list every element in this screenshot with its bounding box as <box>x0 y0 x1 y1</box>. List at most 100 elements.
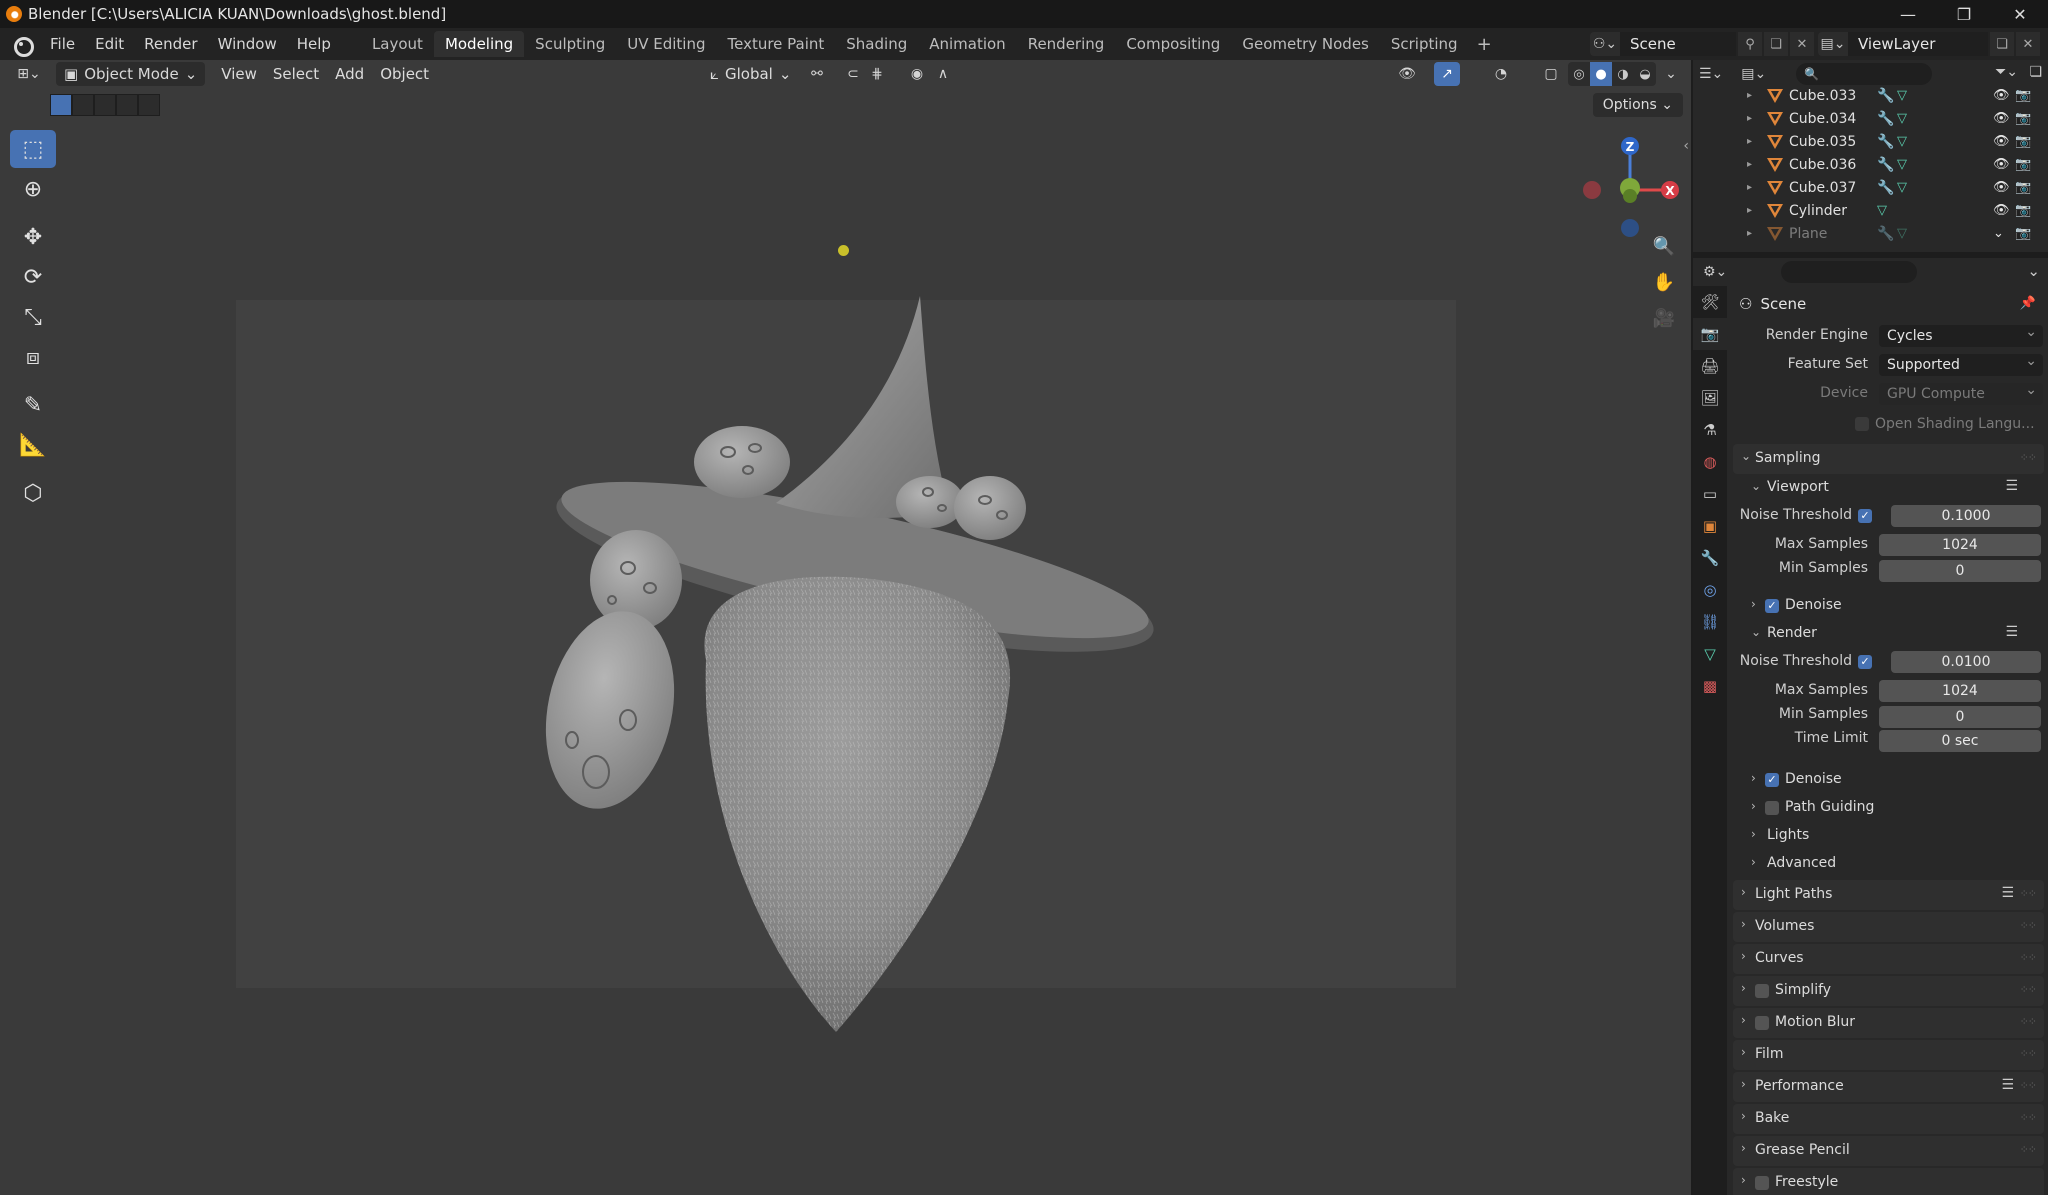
collection-tab-icon[interactable]: ▭ <box>1693 478 1727 510</box>
gizmo-neg-z-axis[interactable] <box>1621 219 1639 237</box>
outliner-row[interactable]: ▸ Cylinder ▽ 👁 📷 <box>1693 199 2048 222</box>
pin-icon[interactable]: 📌 <box>2020 296 2036 311</box>
eye-icon[interactable]: 👁 <box>1993 180 2010 195</box>
eye-icon[interactable]: 👁 <box>1993 134 2010 149</box>
menu-window[interactable]: Window <box>208 30 287 58</box>
move-tool-icon[interactable]: ✥ <box>10 218 56 256</box>
zoom-icon[interactable]: 🔍 <box>1648 230 1680 262</box>
outliner-editor-icon[interactable]: ☰⌄ <box>1699 66 1723 82</box>
camera-render-icon[interactable]: 📷 <box>2015 88 2031 103</box>
modifier-tab-icon[interactable]: 🔧 <box>1693 542 1727 574</box>
lights-subpanel-header[interactable]: › Lights <box>1729 822 2048 850</box>
motion-blur-checkbox[interactable] <box>1755 1016 1769 1030</box>
minimize-button[interactable]: — <box>1880 0 1936 28</box>
tab-animation[interactable]: Animation <box>918 31 1016 57</box>
grease-pencil-panel-header[interactable]: › Grease Pencil ⁘⁘ <box>1733 1136 2044 1166</box>
camera-render-icon[interactable]: 📷 <box>2015 111 2031 126</box>
outliner-row[interactable]: ▸ Cube.036 🔧 ▽ 👁 📷 <box>1693 153 2048 176</box>
film-panel-header[interactable]: › Film ⁘⁘ <box>1733 1040 2044 1070</box>
light-paths-panel-header[interactable]: › Light Paths ☰ ⁘⁘ <box>1733 880 2044 910</box>
viewport-max-samples-field[interactable]: 1024 <box>1879 534 2041 556</box>
eye-icon[interactable]: 👁 <box>1993 88 2010 103</box>
outliner-search-input[interactable]: 🔍 <box>1796 63 1933 85</box>
osl-checkbox[interactable] <box>1855 417 1869 431</box>
modifier-wrench-icon[interactable]: 🔧 <box>1877 157 1894 173</box>
view-layer-icon[interactable]: ▤⌄ <box>1818 32 1848 56</box>
eye-icon[interactable]: 👁 <box>1993 111 2010 126</box>
delete-scene-icon[interactable]: ✕ <box>1790 32 1814 56</box>
menu-help[interactable]: Help <box>287 30 341 58</box>
camera-render-icon[interactable]: 📷 <box>2015 226 2031 241</box>
menu-render[interactable]: Render <box>134 30 207 58</box>
curves-panel-header[interactable]: › Curves ⁘⁘ <box>1733 944 2044 974</box>
new-collection-icon[interactable]: ❏ <box>2029 64 2042 80</box>
denoise-checkbox[interactable]: ✓ <box>1765 773 1779 787</box>
scene-name-field[interactable]: Scene <box>1620 32 1736 56</box>
mesh-data-icon[interactable]: ▽ <box>1897 157 1907 172</box>
add-workspace-button[interactable]: + <box>1469 34 1500 55</box>
drag-handle-icon[interactable]: ⁘⁘ <box>2020 919 2037 932</box>
presets-list-icon[interactable]: ☰ <box>2001 1077 2014 1093</box>
outliner-row[interactable]: ▸ Cube.037 🔧 ▽ 👁 📷 <box>1693 176 2048 199</box>
sidebar-toggle-icon[interactable]: ‹ <box>1683 138 1689 154</box>
render-noise-threshold-field[interactable]: 0.0100 <box>1891 651 2041 673</box>
drag-handle-icon[interactable]: ⁘⁘ <box>2020 1111 2037 1124</box>
view-layer-field[interactable]: ViewLayer <box>1848 32 1988 56</box>
presets-list-icon[interactable]: ☰ <box>2001 885 2014 901</box>
modifier-wrench-icon[interactable]: 🔧 <box>1877 134 1894 150</box>
scene-tab-icon[interactable]: ⚗ <box>1693 414 1727 446</box>
physics-tab-icon[interactable]: ◎ <box>1693 574 1727 606</box>
tab-uv-editing[interactable]: UV Editing <box>616 31 716 57</box>
mesh-data-icon[interactable]: ▽ <box>1897 88 1907 103</box>
tab-layout[interactable]: Layout <box>361 31 434 57</box>
properties-editor-icon[interactable]: ⚙⌄ <box>1703 264 1727 280</box>
filter-icon[interactable]: ⏷⌄ <box>1995 64 2018 80</box>
path-guiding-header[interactable]: › Path Guiding <box>1729 794 2048 822</box>
tab-texture-paint[interactable]: Texture Paint <box>716 31 835 57</box>
bake-panel-header[interactable]: › Bake ⁘⁘ <box>1733 1104 2044 1134</box>
eye-icon[interactable]: 👁 <box>1993 203 2010 218</box>
transform-tool-icon[interactable]: ⧈ <box>10 338 56 376</box>
new-view-layer-icon[interactable]: ❏ <box>1990 32 2014 56</box>
render-subpanel-header[interactable]: ⌄ Render ☰ <box>1729 620 2048 648</box>
drag-handle-icon[interactable]: ⁘⁘ <box>2020 451 2037 464</box>
hidden-eye-icon[interactable]: ⌄ <box>1993 226 2004 241</box>
properties-search-input[interactable] <box>1781 261 1918 283</box>
drag-handle-icon[interactable]: ⁘⁘ <box>2020 951 2037 964</box>
advanced-subpanel-header[interactable]: › Advanced <box>1729 850 2048 878</box>
mesh-data-icon[interactable]: ▽ <box>1897 111 1907 126</box>
display-mode-icon[interactable]: ▤⌄ <box>1741 66 1766 82</box>
select-box-tool-icon[interactable]: ⬚ <box>10 130 56 168</box>
render-denoise-header[interactable]: › ✓ Denoise <box>1729 766 2048 794</box>
simplify-panel-header[interactable]: › Simplify ⁘⁘ <box>1733 976 2044 1006</box>
constraints-tab-icon[interactable]: ⛓ <box>1693 606 1727 638</box>
add-cube-tool-icon[interactable]: ⬡ <box>10 474 56 512</box>
world-tab-icon[interactable]: ◍ <box>1693 446 1727 478</box>
mesh-data-icon[interactable]: ▽ <box>1897 180 1907 195</box>
delete-view-layer-icon[interactable]: ✕ <box>2016 32 2040 56</box>
outliner-row[interactable]: ▸ Plane 🔧 ▽ ⌄ 📷 <box>1693 222 2048 245</box>
new-scene-icon[interactable]: ❏ <box>1764 32 1788 56</box>
viewport-subpanel-header[interactable]: ⌄ Viewport ☰ <box>1729 474 2048 502</box>
camera-render-icon[interactable]: 📷 <box>2015 157 2031 172</box>
camera-render-icon[interactable]: 📷 <box>2015 203 2031 218</box>
volumes-panel-header[interactable]: › Volumes ⁘⁘ <box>1733 912 2044 942</box>
tab-sculpting[interactable]: Sculpting <box>524 31 616 57</box>
scene-icon[interactable]: ⚇⌄ <box>1590 32 1620 56</box>
object-tab-icon[interactable]: ▣ <box>1693 510 1727 542</box>
blender-menu-icon[interactable] <box>10 33 34 57</box>
camera-view-icon[interactable]: 🎥 <box>1648 302 1680 334</box>
scale-tool-icon[interactable]: ⤡ <box>10 298 56 336</box>
freestyle-checkbox[interactable] <box>1755 1176 1769 1190</box>
data-tab-icon[interactable]: ▽ <box>1693 638 1727 670</box>
menu-edit[interactable]: Edit <box>85 30 134 58</box>
measure-tool-icon[interactable]: 📐 <box>10 426 56 464</box>
denoise-checkbox[interactable]: ✓ <box>1765 599 1779 613</box>
tab-compositing[interactable]: Compositing <box>1115 31 1231 57</box>
feature-set-dropdown[interactable]: Supported <box>1879 350 2043 376</box>
cursor-tool-icon[interactable]: ⊕ <box>10 170 56 208</box>
pin-scene-icon[interactable]: ⚲ <box>1738 32 1762 56</box>
menu-file[interactable]: File <box>40 30 85 58</box>
tab-rendering[interactable]: Rendering <box>1017 31 1116 57</box>
drag-handle-icon[interactable]: ⁘⁘ <box>2020 1143 2037 1156</box>
